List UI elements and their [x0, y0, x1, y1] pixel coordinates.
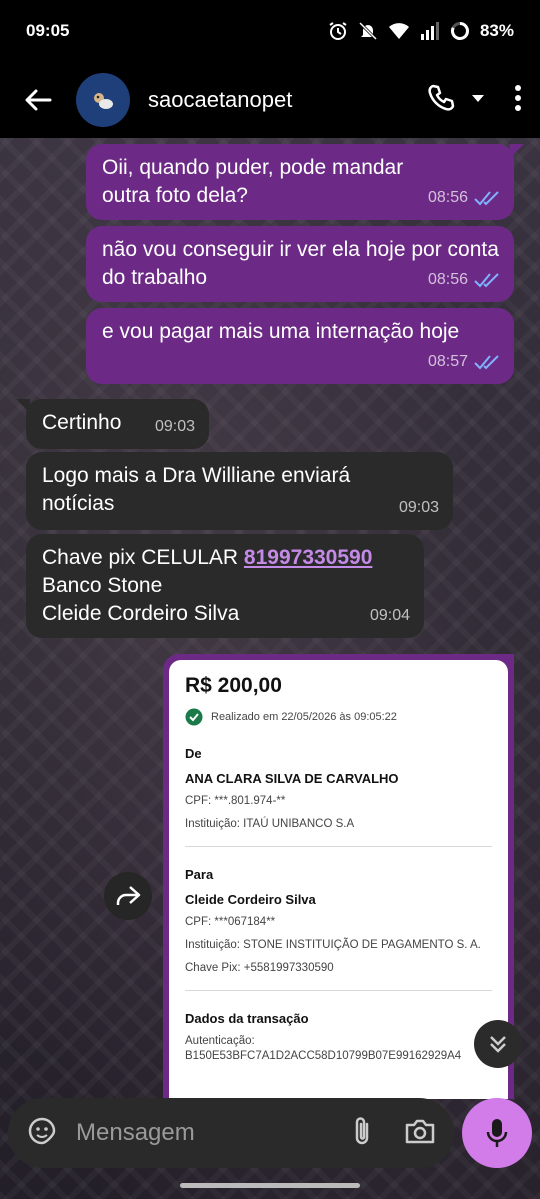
receipt-from-cpf: CPF: ***.801.974-**	[185, 795, 286, 807]
pix-label: Chave pix CELULAR	[42, 546, 244, 569]
message-text: Logo mais a Dra Williane enviará notícia…	[42, 464, 351, 515]
image-message-receipt[interactable]: R$ 200,00 Realizado em 22/05/2026 às 09:…	[163, 654, 514, 1099]
message-text-line: Cleide Cordeiro Silva	[42, 602, 240, 625]
receipt-auth-label: Autenticação:	[185, 1035, 255, 1047]
message-text-line: Chave pix CELULAR 81997330590	[42, 544, 408, 572]
mute-bell-icon	[358, 21, 378, 41]
caret-down-icon	[472, 95, 484, 102]
message-outgoing[interactable]: não vou conseguir ir ver ela hoje por co…	[86, 226, 514, 302]
message-time: 08:57	[427, 353, 468, 370]
microphone-icon	[486, 1119, 508, 1147]
voice-record-button[interactable]	[462, 1098, 532, 1168]
wifi-icon	[388, 22, 410, 40]
status-bar: 09:05 83%	[0, 0, 540, 62]
paperclip-icon	[355, 1116, 369, 1144]
message-text: Oii, quando puder, pode mandar outra fot…	[102, 156, 404, 207]
camera-icon	[405, 1119, 435, 1143]
message-time: 09:03	[154, 418, 195, 435]
sticker-icon	[28, 1117, 56, 1144]
receipt-tx-heading: Dados da transação	[185, 1011, 309, 1026]
message-outgoing[interactable]: Oii, quando puder, pode mandar outra fot…	[86, 144, 524, 220]
receipt-to-heading: Para	[185, 867, 214, 882]
contact-name[interactable]: saocaetanopet	[148, 87, 426, 113]
scroll-to-bottom-button[interactable]	[474, 1020, 522, 1068]
message-incoming[interactable]: Logo mais a Dra Williane enviará notícia…	[26, 452, 453, 530]
message-time: 09:03	[398, 499, 439, 516]
signal-icon	[420, 22, 440, 40]
phone-icon	[428, 84, 455, 111]
divider	[185, 846, 492, 847]
receipt-from-institution: Instituição: ITAÚ UNIBANCO S.A	[185, 818, 355, 830]
receipt-to-institution: Instituição: STONE INSTITUIÇÃO DE PAGAME…	[185, 939, 481, 951]
message-text-line: Banco Stone	[42, 574, 163, 597]
receipt-status: Realizado em 22/05/2026 às 09:05:22	[185, 708, 492, 726]
message-time: 09:04	[369, 607, 410, 624]
avatar[interactable]	[76, 73, 130, 127]
message-outgoing[interactable]: e vou pagar mais uma internação hoje 08:…	[86, 308, 514, 384]
receipt-to-cpf: CPF: ***067184**	[185, 916, 276, 928]
double-check-icon	[474, 191, 499, 206]
attach-button[interactable]	[350, 1115, 374, 1152]
message-composer: Mensagem	[8, 1098, 454, 1168]
divider	[185, 990, 492, 991]
camera-button[interactable]	[404, 1117, 436, 1150]
receipt-amount: R$ 200,00	[185, 674, 282, 697]
arrow-left-icon	[25, 89, 52, 111]
alarm-icon	[328, 21, 348, 41]
message-text: e vou pagar mais uma internação hoje	[102, 320, 460, 343]
chat-header: saocaetanopet	[0, 62, 540, 138]
more-vertical-icon	[515, 84, 521, 111]
battery-icon	[450, 21, 470, 41]
message-input[interactable]: Mensagem	[76, 1119, 350, 1147]
forward-button[interactable]	[104, 872, 152, 920]
check-circle-icon	[185, 708, 203, 726]
call-button[interactable]	[426, 83, 456, 118]
call-options-chevron[interactable]	[470, 91, 486, 109]
status-time: 09:05	[26, 21, 70, 40]
receipt-from-heading: De	[185, 746, 202, 761]
receipt-from-name: ANA CLARA SILVA DE CARVALHO	[185, 771, 399, 786]
more-menu-button[interactable]	[514, 84, 522, 117]
message-incoming[interactable]: Certinho 09:03	[16, 399, 209, 449]
home-indicator[interactable]	[180, 1183, 360, 1188]
battery-percent: 83%	[479, 21, 514, 40]
message-incoming[interactable]: Chave pix CELULAR 81997330590 Banco Ston…	[26, 534, 424, 638]
forward-icon	[116, 886, 141, 905]
receipt-to-name: Cleide Cordeiro Silva	[185, 892, 316, 907]
receipt-auth-value: B150E53BFC7A1D2ACC58D10799B07E99162929A4	[185, 1050, 462, 1062]
phone-number-link[interactable]: 81997330590	[244, 546, 372, 569]
pet-logo-icon	[94, 93, 113, 109]
double-check-icon	[474, 355, 499, 370]
message-time: 08:56	[427, 189, 468, 206]
receipt-status-text: Realizado em 22/05/2026 às 09:05:22	[211, 711, 397, 723]
receipt-to-pix: Chave Pix: +5581997330590	[185, 962, 334, 974]
double-chevron-down-icon	[490, 1036, 506, 1053]
double-check-icon	[474, 273, 499, 288]
message-time: 08:56	[427, 271, 468, 288]
sticker-button[interactable]	[26, 1115, 58, 1152]
back-button[interactable]	[18, 80, 58, 120]
pix-receipt: R$ 200,00 Realizado em 22/05/2026 às 09:…	[169, 660, 508, 1099]
